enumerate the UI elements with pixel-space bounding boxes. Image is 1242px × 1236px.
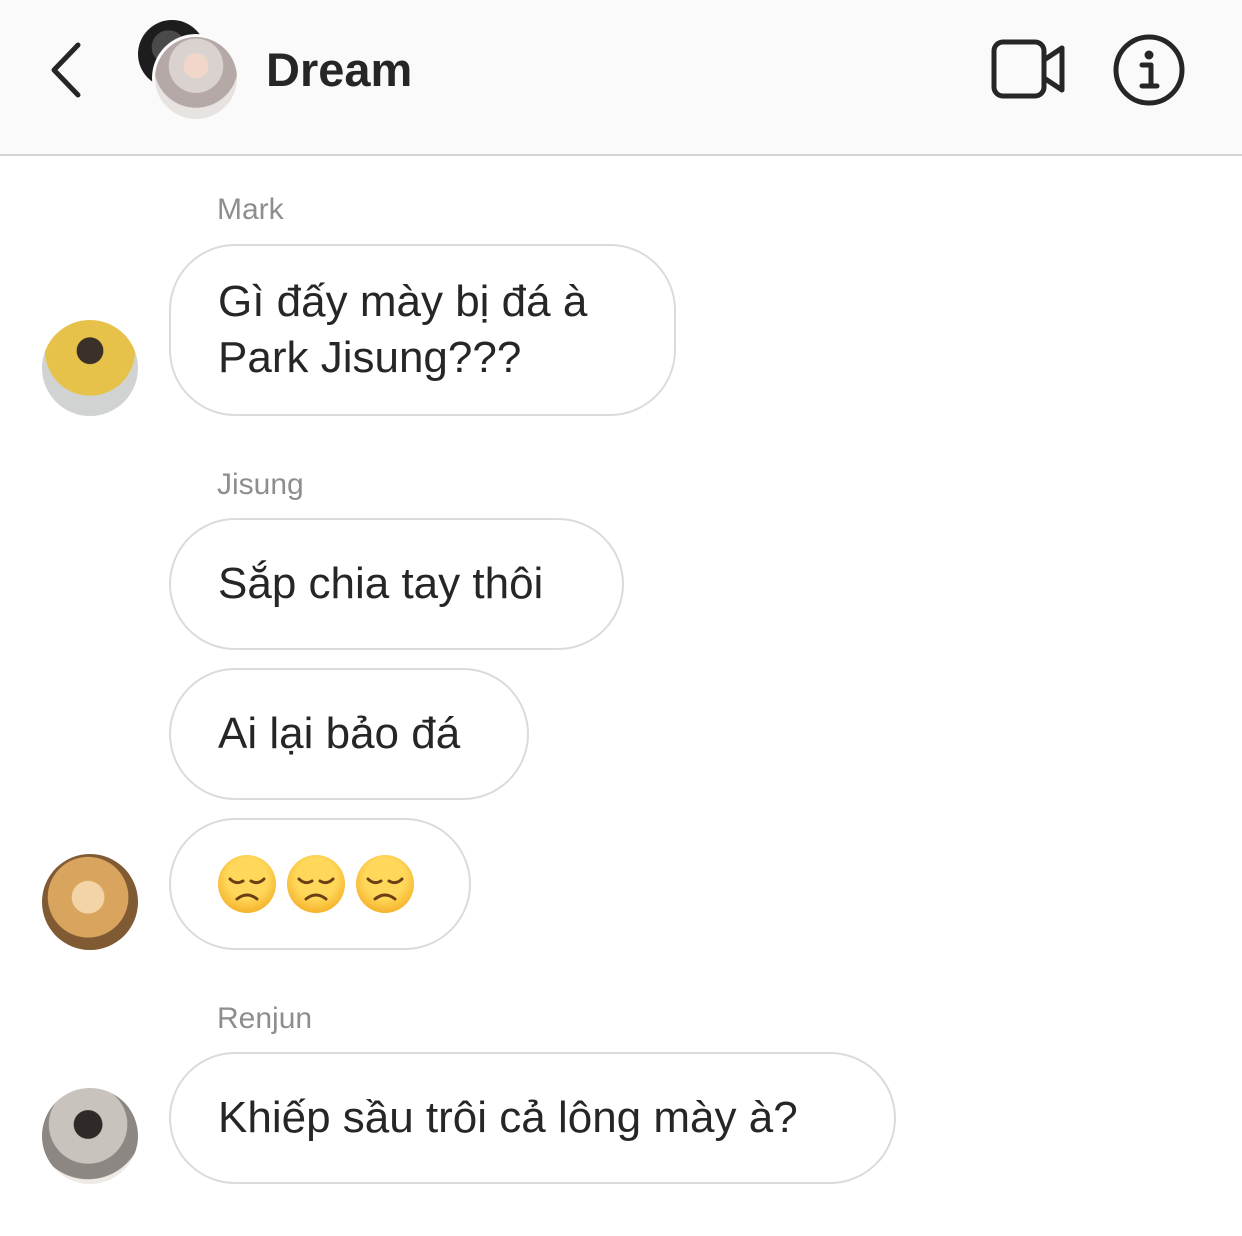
member-avatar-front [152, 34, 240, 122]
video-camera-icon [991, 39, 1065, 99]
message-text: Gì đấy mày bị đá à [218, 277, 588, 326]
group-avatar[interactable] [136, 18, 240, 122]
back-button[interactable] [40, 35, 100, 105]
disappointed-face-icon [287, 855, 345, 913]
message-bubble[interactable]: Khiếp sầu trôi cả lông mày à? [169, 1052, 896, 1184]
message-text: Khiếp sầu trôi cả lông mày à? [218, 1093, 798, 1142]
avatar-jisung[interactable] [42, 854, 138, 950]
sender-name: Mark [217, 193, 284, 226]
message-bubble[interactable]: Ai lại bảo đá [169, 668, 529, 800]
info-button[interactable] [1110, 32, 1188, 110]
video-call-button[interactable] [988, 36, 1070, 102]
chat-header: Dream [0, 0, 1242, 156]
avatar-renjun[interactable] [42, 1088, 138, 1184]
info-icon [1113, 34, 1185, 106]
message-bubble[interactable]: Sắp chia tay thôi [169, 518, 624, 650]
message-text: Ai lại bảo đá [218, 709, 461, 758]
disappointed-face-icon [218, 855, 276, 913]
sender-name: Renjun [217, 1002, 313, 1035]
sender-name: Jisung [217, 468, 304, 501]
message-bubble[interactable]: Gì đấy mày bị đá à Park Jisung??? [169, 244, 676, 416]
message-text: Sắp chia tay thôi [218, 559, 544, 608]
chat-title[interactable]: Dream [266, 42, 412, 98]
emoji-message-bubble[interactable] [169, 818, 471, 950]
message-text: Park Jisung??? [218, 333, 522, 382]
chevron-left-icon [51, 42, 81, 98]
avatar-mark[interactable] [42, 320, 138, 416]
disappointed-face-icon [356, 855, 414, 913]
